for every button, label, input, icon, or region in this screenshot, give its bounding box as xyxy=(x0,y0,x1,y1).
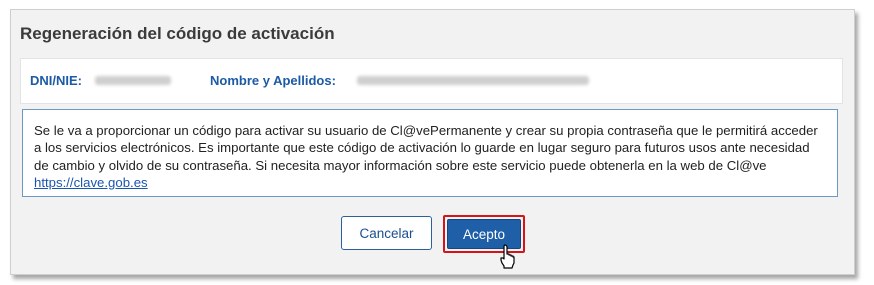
cancel-button[interactable]: Cancelar xyxy=(341,216,432,250)
dialog-title: Regeneración del código de activación xyxy=(20,24,335,43)
dni-value-redacted xyxy=(95,76,171,85)
pointer-cursor-icon xyxy=(500,244,515,269)
clave-link[interactable]: https://clave.gob.es xyxy=(34,175,148,190)
info-text: Se le va a proporcionar un código para a… xyxy=(34,123,818,173)
info-message: Se le va a proporcionar un código para a… xyxy=(22,109,838,197)
name-value-redacted xyxy=(357,76,589,85)
dni-label: DNI/NIE: xyxy=(30,73,82,88)
name-label: Nombre y Apellidos: xyxy=(210,73,336,88)
activation-code-dialog: Regeneración del código de activación DN… xyxy=(10,9,855,275)
identity-panel: DNI/NIE: Nombre y Apellidos: xyxy=(20,58,843,104)
